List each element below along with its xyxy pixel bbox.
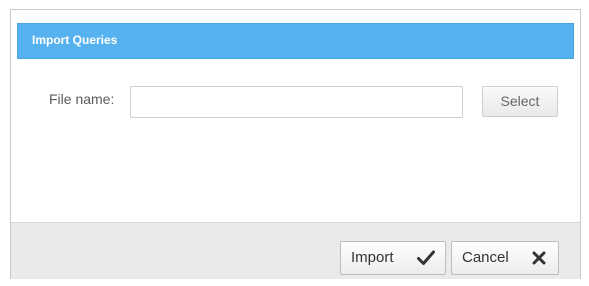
import-button[interactable]: Import <box>340 241 446 275</box>
import-button-label: Import <box>351 249 394 266</box>
dialog-title: Import Queries <box>32 33 118 47</box>
dialog-titlebar: Import Queries <box>17 23 574 59</box>
file-name-input[interactable] <box>130 86 463 118</box>
import-queries-dialog: Import Queries File name: Select Import … <box>10 9 581 279</box>
dialog-footer: Import Cancel <box>11 222 580 279</box>
dialog-body: File name: Select <box>17 59 574 223</box>
select-file-button[interactable]: Select <box>482 86 558 117</box>
file-name-label: File name: <box>49 91 115 107</box>
cancel-button[interactable]: Cancel <box>451 241 559 275</box>
cancel-button-label: Cancel <box>462 249 509 266</box>
close-icon <box>532 251 546 265</box>
checkmark-icon <box>417 250 435 265</box>
